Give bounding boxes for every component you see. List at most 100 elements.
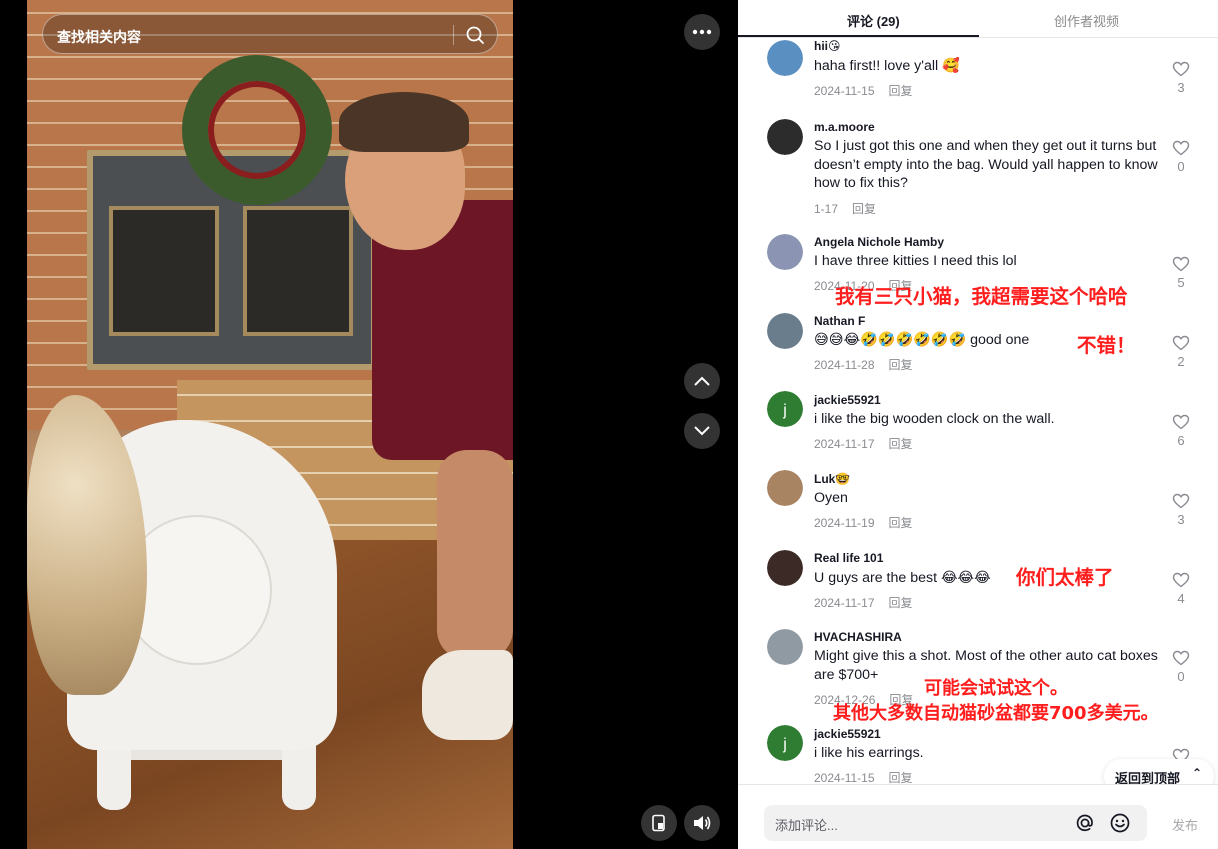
comment-username[interactable]: HVACHASHIRA — [814, 630, 902, 644]
search-divider — [453, 25, 454, 45]
search-icon[interactable] — [464, 24, 486, 46]
like-button[interactable]: 3 — [1171, 493, 1191, 527]
avatar[interactable] — [767, 629, 803, 665]
comment-text: i like his earrings. — [814, 745, 924, 761]
translation-overlay: 其他大多数自动猫砂盆都要700多美元。 — [833, 703, 1159, 724]
reply-button[interactable]: 回复 — [889, 437, 913, 451]
emoji-icon[interactable] — [1109, 812, 1131, 834]
avatar[interactable] — [767, 470, 803, 506]
comment-meta: 2024-11-17 回复 — [814, 435, 913, 452]
video-player[interactable]: 查找相关内容 — [0, 0, 738, 849]
comment-meta: 2024-11-15 回复 — [814, 82, 913, 99]
christmas-wreath — [182, 55, 332, 205]
like-button[interactable]: 5 — [1171, 256, 1191, 290]
heart-icon — [1172, 414, 1190, 430]
mention-at-icon[interactable] — [1074, 812, 1096, 834]
comment-input[interactable]: 添加评论... — [764, 805, 1147, 841]
avatar-image — [767, 119, 803, 155]
avatar-image: j — [767, 725, 803, 761]
tab-comments[interactable]: 评论 (29) — [847, 11, 900, 30]
translation-overlay: 可能会试试这个。 — [924, 678, 1068, 699]
avatar-image — [767, 313, 803, 349]
search-bar[interactable]: 查找相关内容 — [42, 14, 498, 54]
search-input[interactable]: 查找相关内容 — [57, 27, 141, 47]
post-comment-button[interactable]: 发布 — [1172, 815, 1198, 834]
active-tab-indicator — [738, 35, 979, 37]
previous-video-button[interactable] — [684, 363, 720, 399]
avatar[interactable] — [767, 119, 803, 155]
translation-overlay: 不错！ — [1077, 334, 1136, 357]
like-button[interactable]: 0 — [1171, 140, 1191, 174]
like-button[interactable]: 0 — [1171, 650, 1191, 684]
picture-in-picture-button[interactable] — [641, 805, 677, 841]
comment-date: 2024-11-15 — [814, 771, 875, 784]
like-count: 0 — [1177, 159, 1185, 174]
double-chevron-up-icon: ⌃ — [1192, 766, 1203, 780]
like-count: 3 — [1177, 512, 1185, 527]
comment-username[interactable]: hii😘 — [814, 39, 841, 53]
comment-date: 2024-11-28 — [814, 358, 875, 372]
comment-username[interactable]: jackie55921 — [814, 393, 881, 407]
translation-overlay: 你们太棒了 — [1016, 566, 1114, 589]
like-count: 0 — [1177, 669, 1185, 684]
chevron-down-icon — [694, 426, 710, 436]
comment-username[interactable]: Nathan F — [814, 314, 865, 328]
person-shoe — [422, 650, 513, 740]
avatar[interactable]: j — [767, 391, 803, 427]
fireplace-glass-right — [243, 206, 353, 336]
more-options-button[interactable] — [684, 14, 720, 50]
reply-button[interactable]: 回复 — [889, 358, 913, 372]
like-count: 4 — [1177, 591, 1185, 606]
panel-tabs: 评论 (29) 创作者视频 — [738, 0, 1218, 38]
reply-button[interactable]: 回复 — [889, 771, 913, 784]
avatar[interactable] — [767, 550, 803, 586]
reply-button[interactable]: 回复 — [889, 84, 913, 98]
tab-creator-videos[interactable]: 创作者视频 — [1054, 11, 1119, 30]
comment-list[interactable]: hii😘 haha first!! love y'all 🥰 2024-11-1… — [738, 38, 1218, 784]
heart-icon — [1172, 493, 1190, 509]
volume-button[interactable] — [684, 805, 720, 841]
avatar[interactable] — [767, 234, 803, 270]
avatar[interactable] — [767, 40, 803, 76]
comment-date: 2024-11-15 — [814, 84, 875, 98]
reply-button[interactable]: 回复 — [889, 516, 913, 530]
comments-panel: 评论 (29) 创作者视频 hii😘 haha first!! love y'a… — [738, 0, 1218, 849]
comment-text: I have three kitties I need this lol — [814, 253, 1017, 269]
next-video-button[interactable] — [684, 413, 720, 449]
heart-icon — [1172, 650, 1190, 666]
video-frame[interactable] — [27, 0, 513, 849]
avatar-image — [767, 550, 803, 586]
comment-meta: 1-17 回复 — [814, 200, 876, 217]
comment-date: 2024-11-17 — [814, 596, 875, 610]
comment-username[interactable]: Real life 101 — [814, 551, 883, 565]
like-count: 6 — [1177, 433, 1185, 448]
reply-button[interactable]: 回复 — [889, 596, 913, 610]
comment-date: 1-17 — [814, 202, 839, 216]
comment-username[interactable]: Angela Nichole Hamby — [814, 235, 944, 249]
like-button[interactable]: 2 — [1171, 335, 1191, 369]
person-hair — [339, 92, 469, 152]
comment-input-bar: 添加评论... 发布 — [738, 784, 1218, 849]
avatar-image — [767, 470, 803, 506]
like-count: 3 — [1177, 80, 1185, 95]
comment-username[interactable]: jackie55921 — [814, 727, 881, 741]
translation-overlay: 我有三只小猫，我超需要这个哈哈 — [835, 285, 1128, 308]
comment-text: i like the big wooden clock on the wall. — [814, 411, 1055, 427]
comment-input-placeholder: 添加评论... — [775, 818, 838, 833]
back-to-top-button[interactable]: 返回到顶部 ⌃ — [1104, 759, 1214, 784]
avatar[interactable] — [767, 313, 803, 349]
comment-username[interactable]: m.a.moore — [814, 120, 875, 134]
like-button[interactable]: 6 — [1171, 414, 1191, 448]
avatar[interactable]: j — [767, 725, 803, 761]
reply-button[interactable]: 回复 — [852, 202, 876, 216]
comment-meta: 2024-11-28 回复 — [814, 356, 913, 373]
like-button[interactable]: 3 — [1171, 61, 1191, 95]
comment-username[interactable]: Luk🤓 — [814, 472, 850, 486]
avatar-initial: j — [782, 402, 787, 419]
like-button[interactable]: 4 — [1171, 572, 1191, 606]
comment-meta: 2024-11-17 回复 — [814, 594, 913, 611]
more-icon — [692, 29, 712, 35]
comment-text: haha first!! love y'all 🥰 — [814, 58, 960, 74]
comment-text: So I just got this one and when they get… — [814, 138, 1158, 191]
avatar-image: j — [767, 391, 803, 427]
